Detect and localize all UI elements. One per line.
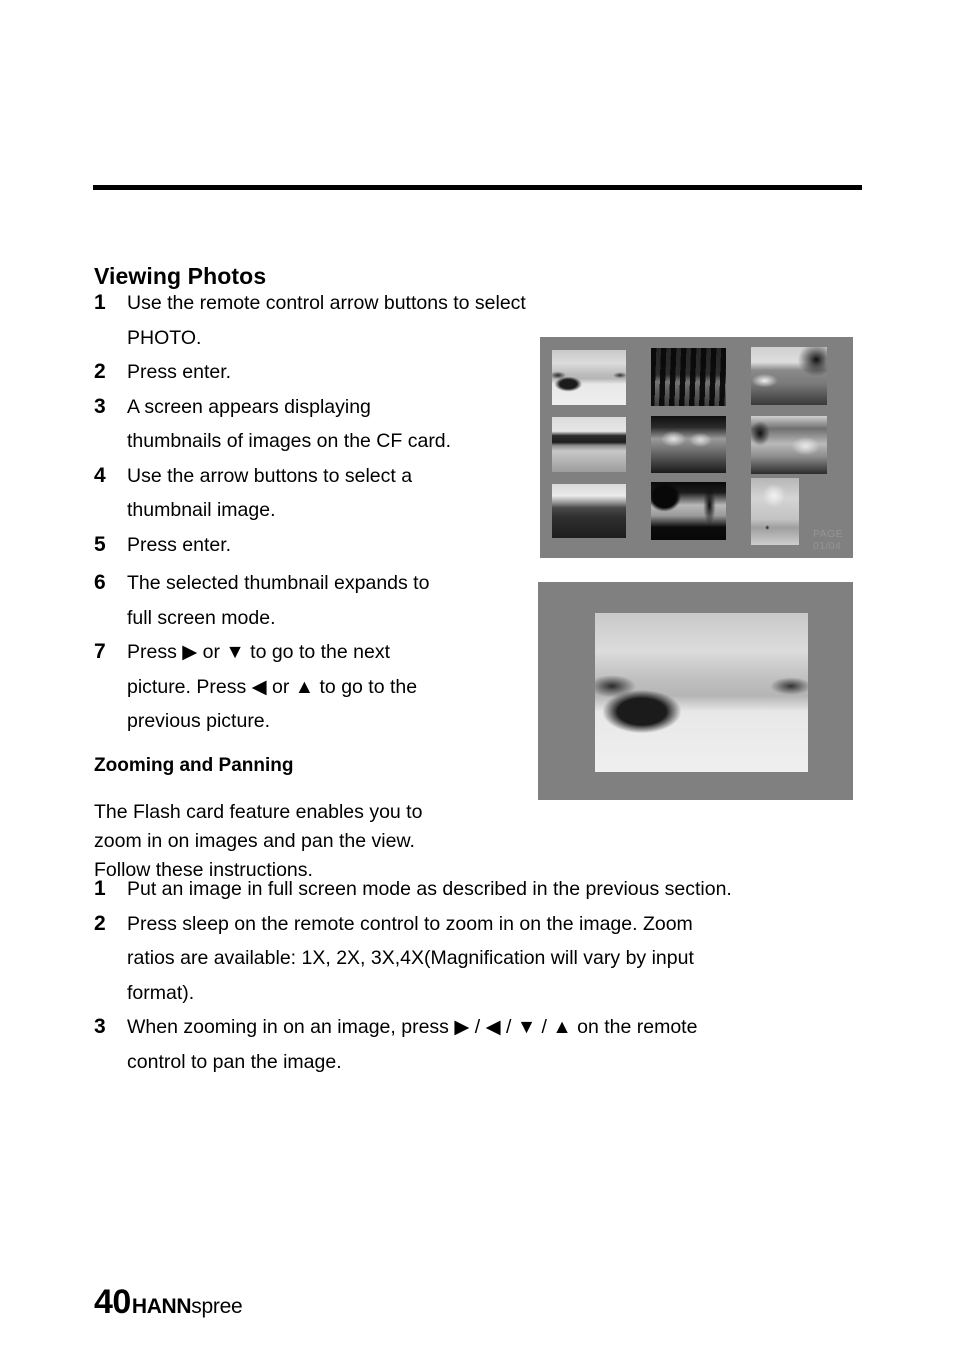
list-item-text: A screen appears displaying thumbnails o… xyxy=(127,395,452,453)
list-item-number: 5 xyxy=(94,532,106,556)
list-item-number: 4 xyxy=(94,463,106,487)
list-item-text: Press enter. xyxy=(127,533,232,556)
list-item: 1 Use the remote control arrow buttons t… xyxy=(94,286,534,355)
list-item-text: Press enter. xyxy=(127,361,232,383)
fullscreen-photo xyxy=(595,613,808,772)
figure-thumbnail-screen: PAGE 01/04 xyxy=(540,337,853,558)
list-item-text: Press sleep on the remote control to zoo… xyxy=(127,912,694,1004)
thumbnail-image-1 xyxy=(552,350,626,405)
brand-logo-bold: HANN xyxy=(131,1295,192,1318)
page-indicator-label: PAGE xyxy=(813,528,843,540)
list-item: 6 The selected thumbnail expands to full… xyxy=(94,566,534,635)
thumbnail-image-8 xyxy=(651,482,726,540)
header-rule xyxy=(93,185,862,190)
page-indicator-value: 01/04 xyxy=(813,540,842,552)
list-item-text: Press ▶ or ▼ to go to the next picture. … xyxy=(127,641,418,732)
thumbnail-image-4 xyxy=(552,417,626,472)
page-footer: 40 HANNspree xyxy=(94,1283,243,1322)
list-item: 3 A screen appears displaying thumbnails… xyxy=(94,390,534,459)
list-item-text: Put an image in full screen mode as desc… xyxy=(127,878,732,900)
list-item: 2 Press enter. xyxy=(94,355,534,390)
list-item-number: 1 xyxy=(94,877,106,900)
thumbnail-image-6 xyxy=(751,416,827,474)
figure-fullscreen-screen xyxy=(538,582,853,800)
thumbnail-grid xyxy=(540,337,853,558)
list-item-number: 7 xyxy=(94,640,106,663)
viewing-photos-steps-continued: 6 The selected thumbnail expands to full… xyxy=(94,566,534,739)
list-item: 1 Put an image in full screen mode as de… xyxy=(94,872,864,907)
thumbnail-image-7 xyxy=(552,484,626,538)
thumbnail-image-9 xyxy=(751,478,799,545)
list-item-text: When zooming in on an image, press ▶ / ◀… xyxy=(127,1016,698,1073)
zooming-panning-steps: 1 Put an image in full screen mode as de… xyxy=(94,872,864,1079)
list-item-text: Use the arrow buttons to select a thumbn… xyxy=(127,464,413,522)
thumbnail-image-2 xyxy=(651,348,726,406)
list-item: 7 Press ▶ or ▼ to go to the next picture… xyxy=(94,635,534,739)
list-item-number: 2 xyxy=(94,911,106,935)
brand-logo: HANNspree xyxy=(132,1295,243,1319)
list-item-text: Use the remote control arrow buttons to … xyxy=(127,292,532,349)
list-item-number: 6 xyxy=(94,571,106,594)
thumbnail-image-5 xyxy=(651,416,726,473)
list-item: 3 When zooming in on an image, press ▶ /… xyxy=(94,1010,864,1079)
subsection-title: Zooming and Panning xyxy=(94,754,294,776)
list-item-number: 3 xyxy=(94,1015,106,1038)
viewing-photos-steps: 1 Use the remote control arrow buttons t… xyxy=(94,286,534,562)
page-indicator: PAGE 01/04 xyxy=(813,528,843,552)
list-item-number: 3 xyxy=(94,394,106,418)
thumbnail-image-3 xyxy=(751,347,827,405)
list-item: 2 Press sleep on the remote control to z… xyxy=(94,907,864,1011)
list-item-number: 1 xyxy=(94,291,106,314)
list-item-number: 2 xyxy=(94,360,106,383)
list-item: 4 Use the arrow buttons to select a thum… xyxy=(94,459,534,528)
list-item-text: The selected thumbnail expands to full s… xyxy=(127,572,430,629)
list-item: 5 Press enter. xyxy=(94,528,534,563)
brand-logo-light: spree xyxy=(191,1295,243,1318)
manual-page: Viewing Photos 1 Use the remote control … xyxy=(0,0,954,1352)
footer-page-number: 40 xyxy=(94,1283,131,1321)
